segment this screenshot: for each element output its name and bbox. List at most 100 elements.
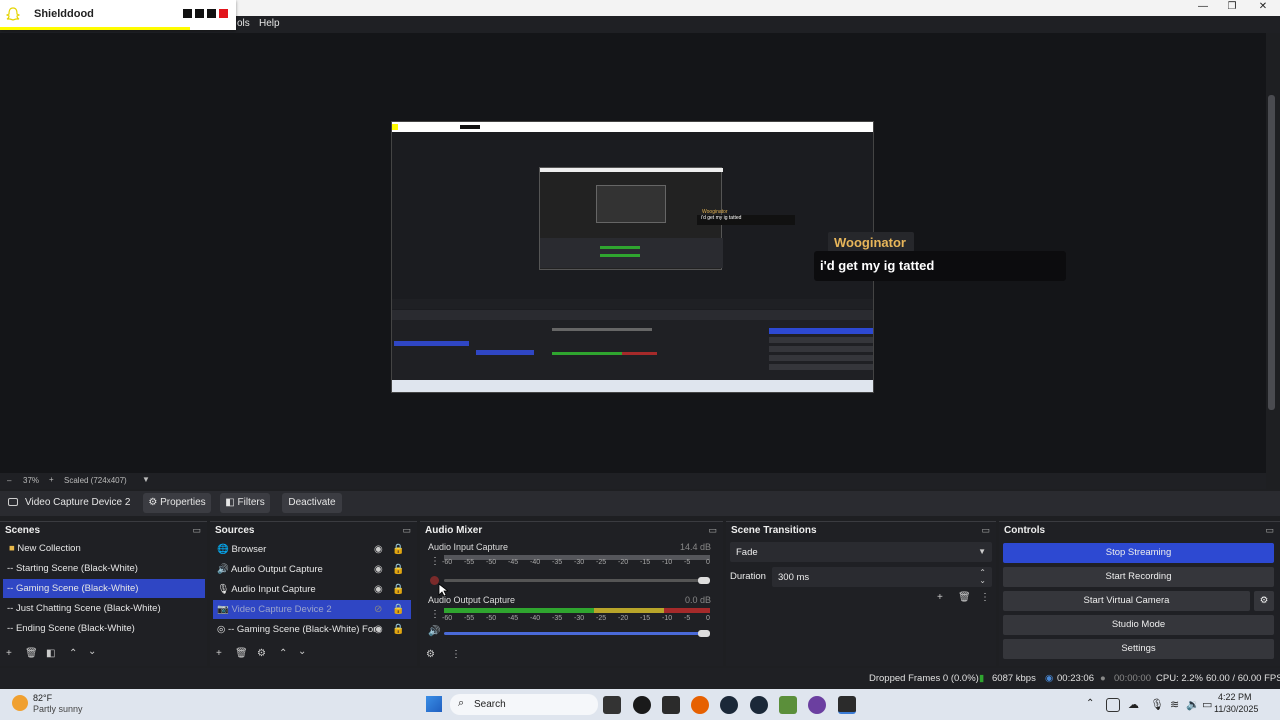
gear-icon[interactable]: ⚙ [257, 648, 266, 659]
settings-button[interactable]: Settings [1003, 639, 1274, 659]
snap-square-icon[interactable] [195, 9, 204, 18]
duration-spinbox[interactable]: 300 ms ⌃ ⌄ [772, 567, 992, 587]
source-item[interactable]: 🔊 Audio Output Capture [213, 560, 413, 579]
preview-vertical-scrollbar[interactable] [1268, 95, 1275, 410]
filters-button[interactable]: ◧ Filters [220, 493, 270, 513]
lock-icon[interactable]: 🔒 [392, 564, 404, 575]
preview-video-capture[interactable]: Wooginator i'd get my ig tatted [391, 121, 874, 393]
volume-slider[interactable] [444, 632, 708, 635]
volume-slider-thumb[interactable] [698, 630, 710, 637]
lock-icon[interactable]: 🔒 [392, 544, 404, 555]
dock-undock-icon[interactable]: ▭ [981, 525, 990, 536]
volume-slider[interactable] [444, 579, 708, 582]
obs-icon[interactable] [633, 696, 651, 714]
epic-games-icon[interactable] [662, 696, 680, 714]
cloud-icon[interactable]: ☁ [1128, 698, 1139, 711]
mixer-scale-tick: -25 [596, 559, 607, 566]
minimize-button[interactable]: — [1188, 0, 1218, 16]
menu-help[interactable]: Help [259, 18, 280, 29]
snap-square-icon[interactable] [183, 9, 192, 18]
lock-icon[interactable]: 🔒 [392, 584, 404, 595]
close-button[interactable]: ✕ [1248, 0, 1278, 16]
kebab-menu-icon[interactable]: ⋮ [430, 609, 440, 620]
mixer-scale: -60 -55 -50 -45 -40 -35 -30 -25 -20 -15 -10 -5 0 [442, 615, 712, 625]
task-view-icon[interactable] [603, 696, 621, 714]
snap-square-icon[interactable] [207, 9, 216, 18]
battery-icon[interactable]: ▭ [1202, 698, 1212, 711]
source-item[interactable]: 🎙 Audio Input Capture [213, 580, 413, 599]
lock-icon[interactable]: 🔒 [392, 604, 404, 615]
chevron-down-icon[interactable]: ⌄ [979, 576, 986, 585]
eye-icon[interactable]: ◉ [374, 624, 383, 635]
source-item[interactable]: 🌐 Browser [213, 540, 413, 559]
nested-snap-squares [460, 125, 480, 129]
transition-select[interactable]: Fade ▼ [730, 542, 992, 562]
add-icon[interactable]: + [937, 592, 943, 603]
dock-undock-icon[interactable]: ▭ [192, 525, 201, 536]
zoom-in-button[interactable]: + [49, 475, 54, 484]
kebab-menu-icon[interactable]: ⋮ [451, 649, 461, 660]
eye-hidden-icon[interactable]: ⊘ [374, 604, 382, 615]
chevron-up-icon[interactable]: ⌃ [1086, 698, 1094, 709]
trash-icon[interactable]: 🗑 [235, 648, 248, 659]
start-virtual-camera-button[interactable]: Start Virtual Camera [1003, 591, 1250, 611]
tray-app-icon[interactable] [1106, 698, 1120, 712]
dock-undock-icon[interactable]: ▭ [1265, 525, 1274, 536]
firefox-icon[interactable] [691, 696, 709, 714]
trash-icon[interactable]: 🗑 [25, 648, 38, 659]
eye-icon[interactable]: ◉ [374, 584, 383, 595]
chevron-up-icon[interactable]: ⌃ [279, 648, 287, 659]
chevron-down-icon[interactable]: ▼ [142, 475, 150, 484]
chevron-down-icon[interactable]: ⌄ [298, 646, 306, 657]
scene-item[interactable]: -- Just Chatting Scene (Black-White) [3, 599, 203, 618]
wifi-icon[interactable]: ≋ [1170, 698, 1179, 711]
weather-icon[interactable] [12, 695, 28, 711]
scene-item[interactable]: ■ New Collection [3, 539, 203, 558]
microphone-icon[interactable]: 🎙 [1150, 698, 1164, 711]
chevron-up-icon[interactable]: ⌃ [69, 648, 77, 659]
stop-streaming-button[interactable]: Stop Streaming [1003, 543, 1274, 563]
microphone-icon: 🎙 [217, 584, 232, 595]
windows-start-icon[interactable] [426, 696, 442, 712]
volume-icon[interactable]: 🔉 [1186, 698, 1200, 711]
app-icon[interactable] [808, 696, 826, 714]
scene-item[interactable]: -- Ending Scene (Black-White) [3, 619, 203, 638]
properties-button[interactable]: ⚙ Properties [143, 493, 211, 513]
chevron-down-icon[interactable]: ⌄ [88, 646, 96, 657]
dock-undock-icon[interactable]: ▭ [402, 525, 411, 536]
kebab-menu-icon[interactable]: ⋮ [980, 592, 990, 603]
eye-icon[interactable]: ◉ [374, 564, 383, 575]
dock-undock-icon[interactable]: ▭ [708, 525, 717, 536]
filter-icon[interactable]: ◧ [46, 648, 55, 659]
trash-icon[interactable]: 🗑 [958, 592, 971, 603]
nested-ctrl [769, 346, 873, 352]
menu-tools[interactable]: ols [237, 18, 250, 29]
start-recording-button[interactable]: Start Recording [1003, 567, 1274, 587]
add-icon[interactable]: + [6, 648, 12, 659]
snap-record-icon[interactable] [219, 9, 228, 18]
steam-icon[interactable] [750, 696, 768, 714]
deactivate-button[interactable]: Deactivate [282, 493, 342, 513]
source-item[interactable]: ◎ -- Gaming Scene (Black-White) Fore [213, 620, 413, 639]
steam-icon[interactable] [720, 696, 738, 714]
folder-icon: ■ [9, 543, 15, 554]
maximize-button[interactable]: ❐ [1217, 0, 1247, 16]
sources-title: Sources [215, 525, 255, 536]
zoom-out-button[interactable]: – [7, 476, 11, 485]
lock-icon[interactable]: 🔒 [392, 624, 404, 635]
virtual-camera-settings-button[interactable]: ⚙ [1254, 591, 1274, 611]
speaker-icon[interactable]: 🔊 [428, 626, 440, 637]
nested-source-bar [392, 310, 873, 320]
minecraft-icon[interactable] [779, 696, 797, 714]
scene-item[interactable]: -- Starting Scene (Black-White) [3, 559, 203, 578]
eye-icon[interactable]: ◉ [374, 544, 383, 555]
volume-slider-thumb[interactable] [698, 577, 710, 584]
epic-games-active-icon[interactable] [838, 696, 856, 714]
kebab-menu-icon[interactable]: ⋮ [430, 556, 440, 567]
mixer-settings-icon[interactable]: ⚙ [426, 649, 435, 660]
audio-mixer-title: Audio Mixer [425, 525, 483, 536]
scene-item-selected[interactable]: -- Gaming Scene (Black-White) [3, 579, 205, 598]
add-icon[interactable]: + [216, 648, 222, 659]
taskbar-search[interactable]: ⌕ Search [450, 694, 598, 715]
studio-mode-button[interactable]: Studio Mode [1003, 615, 1274, 635]
